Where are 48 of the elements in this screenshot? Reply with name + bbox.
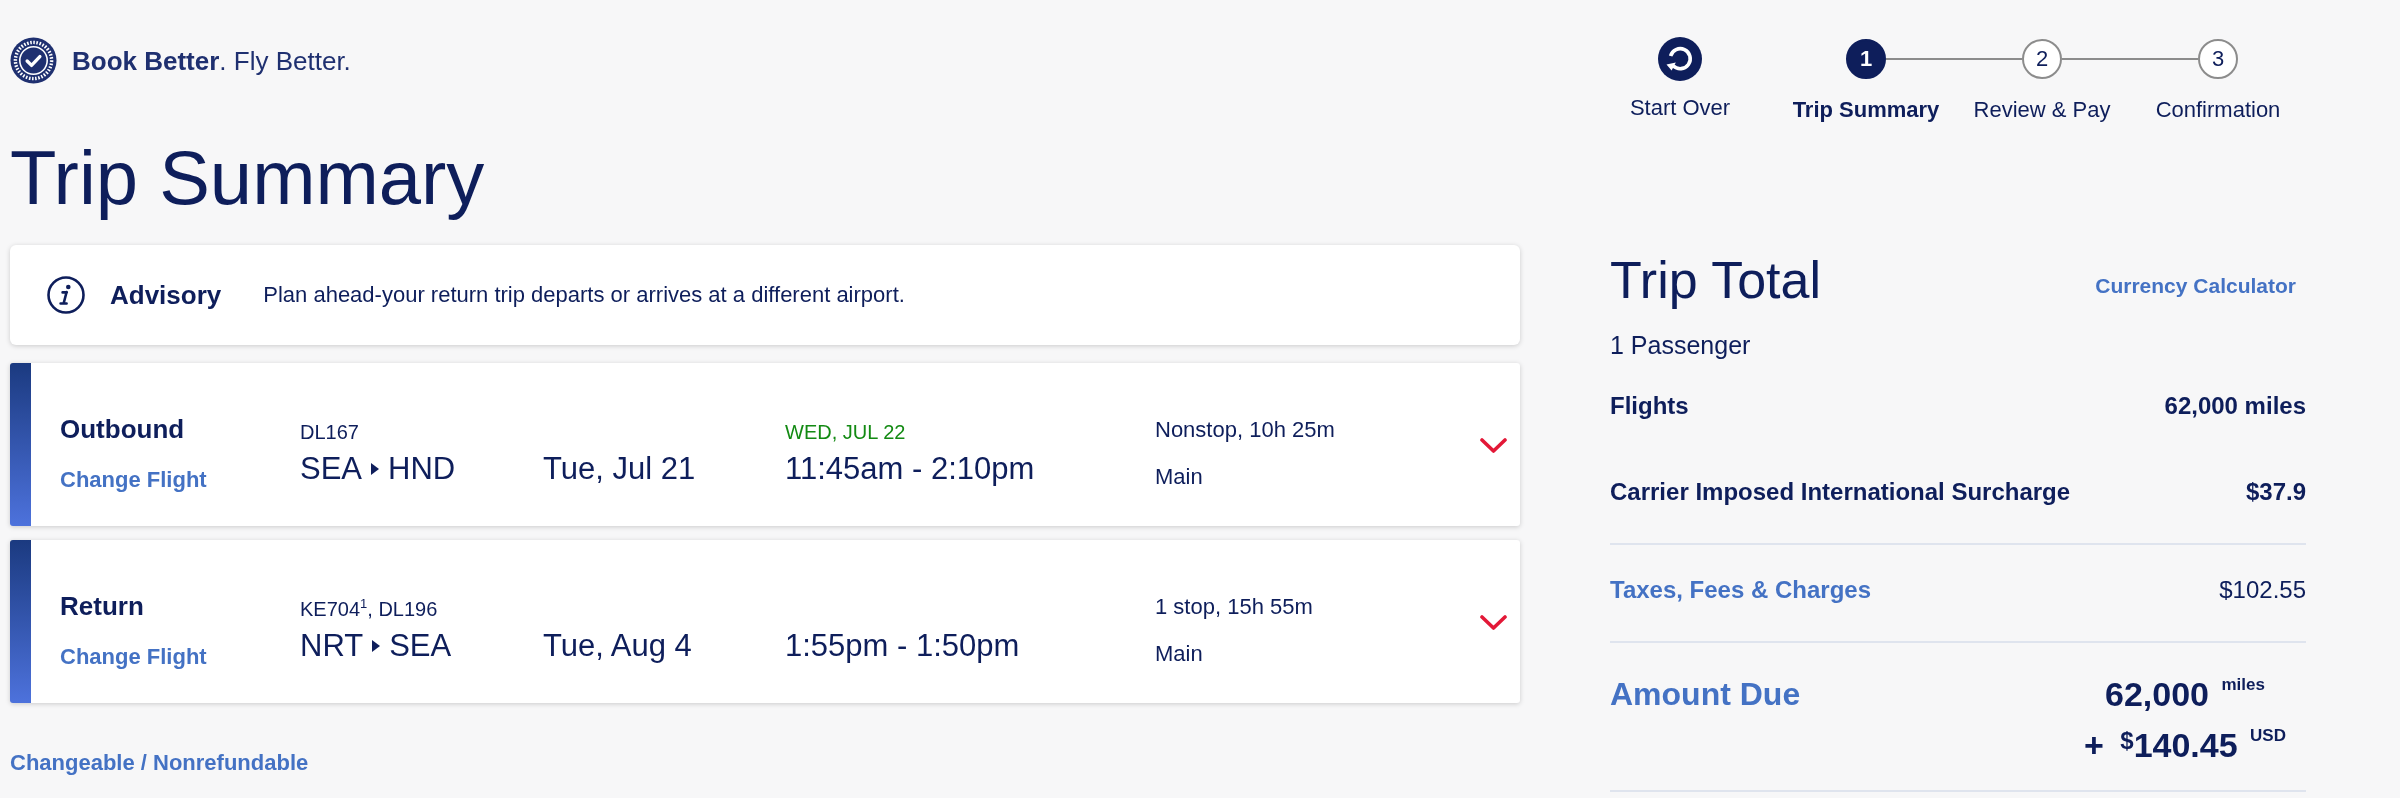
miles-total: 62,000 miles [2105, 674, 2265, 715]
flight-direction: Return [60, 590, 144, 621]
cabin-class: Main [1155, 640, 1203, 668]
destination-code: SEA [389, 626, 452, 665]
trip-total-title: Trip Total [1610, 250, 1821, 311]
stops-duration: Nonstop, 10h 25m [1155, 416, 1335, 444]
currency-calculator-link[interactable]: Currency Calculator [2095, 272, 2296, 300]
step-label: Review & Pay [1973, 97, 2111, 123]
advisory-message: Plan ahead-your return trip departs or arrives at a different airport. [263, 281, 905, 309]
logo-tagline: Book Better. Fly Better. [72, 45, 351, 76]
charge-amount: $37.9 [2245, 477, 2306, 507]
change-flight-link[interactable]: Change Flight [60, 465, 207, 494]
cabin-class: Main [1155, 463, 1203, 491]
amount-due-label: Amount Due [1610, 675, 1801, 714]
passenger-count: 1 Passenger [1610, 330, 1751, 360]
flight-times: 1:55pm - 1:50pm [785, 626, 1020, 665]
flight-number: KE704$^{1}$, DL196 [300, 596, 438, 621]
charge-amount: $102.55 [2219, 575, 2306, 605]
step-number: 3 [2198, 39, 2238, 79]
step-number: 1 [1846, 39, 1886, 79]
fare-rules-link[interactable]: Changeable / Nonrefundable [10, 749, 309, 777]
step-label: Trip Summary [1792, 97, 1940, 123]
destination-code: HND [388, 449, 456, 488]
stops-duration: 1 stop, 15h 55m [1155, 593, 1313, 621]
change-flight-link[interactable]: Change Flight [60, 642, 207, 671]
flight-direction: Outbound [60, 413, 185, 444]
departure-date: Tue, Aug 4 [543, 626, 692, 665]
arrival-date-note: WED, JUL 22 [785, 419, 906, 444]
origin-code: SEA [300, 449, 363, 488]
charge-amount: 62,000 miles [2164, 391, 2306, 421]
triangle-right-icon [372, 639, 381, 652]
advisory-title: Advisory [110, 280, 222, 310]
restart-icon [1658, 37, 1702, 81]
page-title: Trip Summary [10, 134, 486, 222]
charge-label: Carrier Imposed International Surcharge [1610, 477, 2071, 507]
flight-times: 11:45am - 2:10pm [785, 449, 1035, 488]
departure-date: Tue, Jul 21 [543, 449, 696, 488]
badge-check-icon [10, 37, 57, 84]
charge-label: Flights [1610, 391, 1689, 421]
origin-code: NRT [300, 626, 364, 665]
step-number: 2 [2022, 39, 2062, 79]
flight-number: DL167 [300, 419, 359, 444]
cash-total: + $140.45 USD [2083, 725, 2286, 766]
triangle-right-icon [371, 462, 380, 475]
start-over-button[interactable]: Start Over [1625, 37, 1735, 121]
charges-link[interactable]: Taxes, Fees & Charges [1610, 575, 1871, 605]
info-icon [47, 276, 85, 314]
step-label: Confirmation [2155, 97, 2281, 123]
